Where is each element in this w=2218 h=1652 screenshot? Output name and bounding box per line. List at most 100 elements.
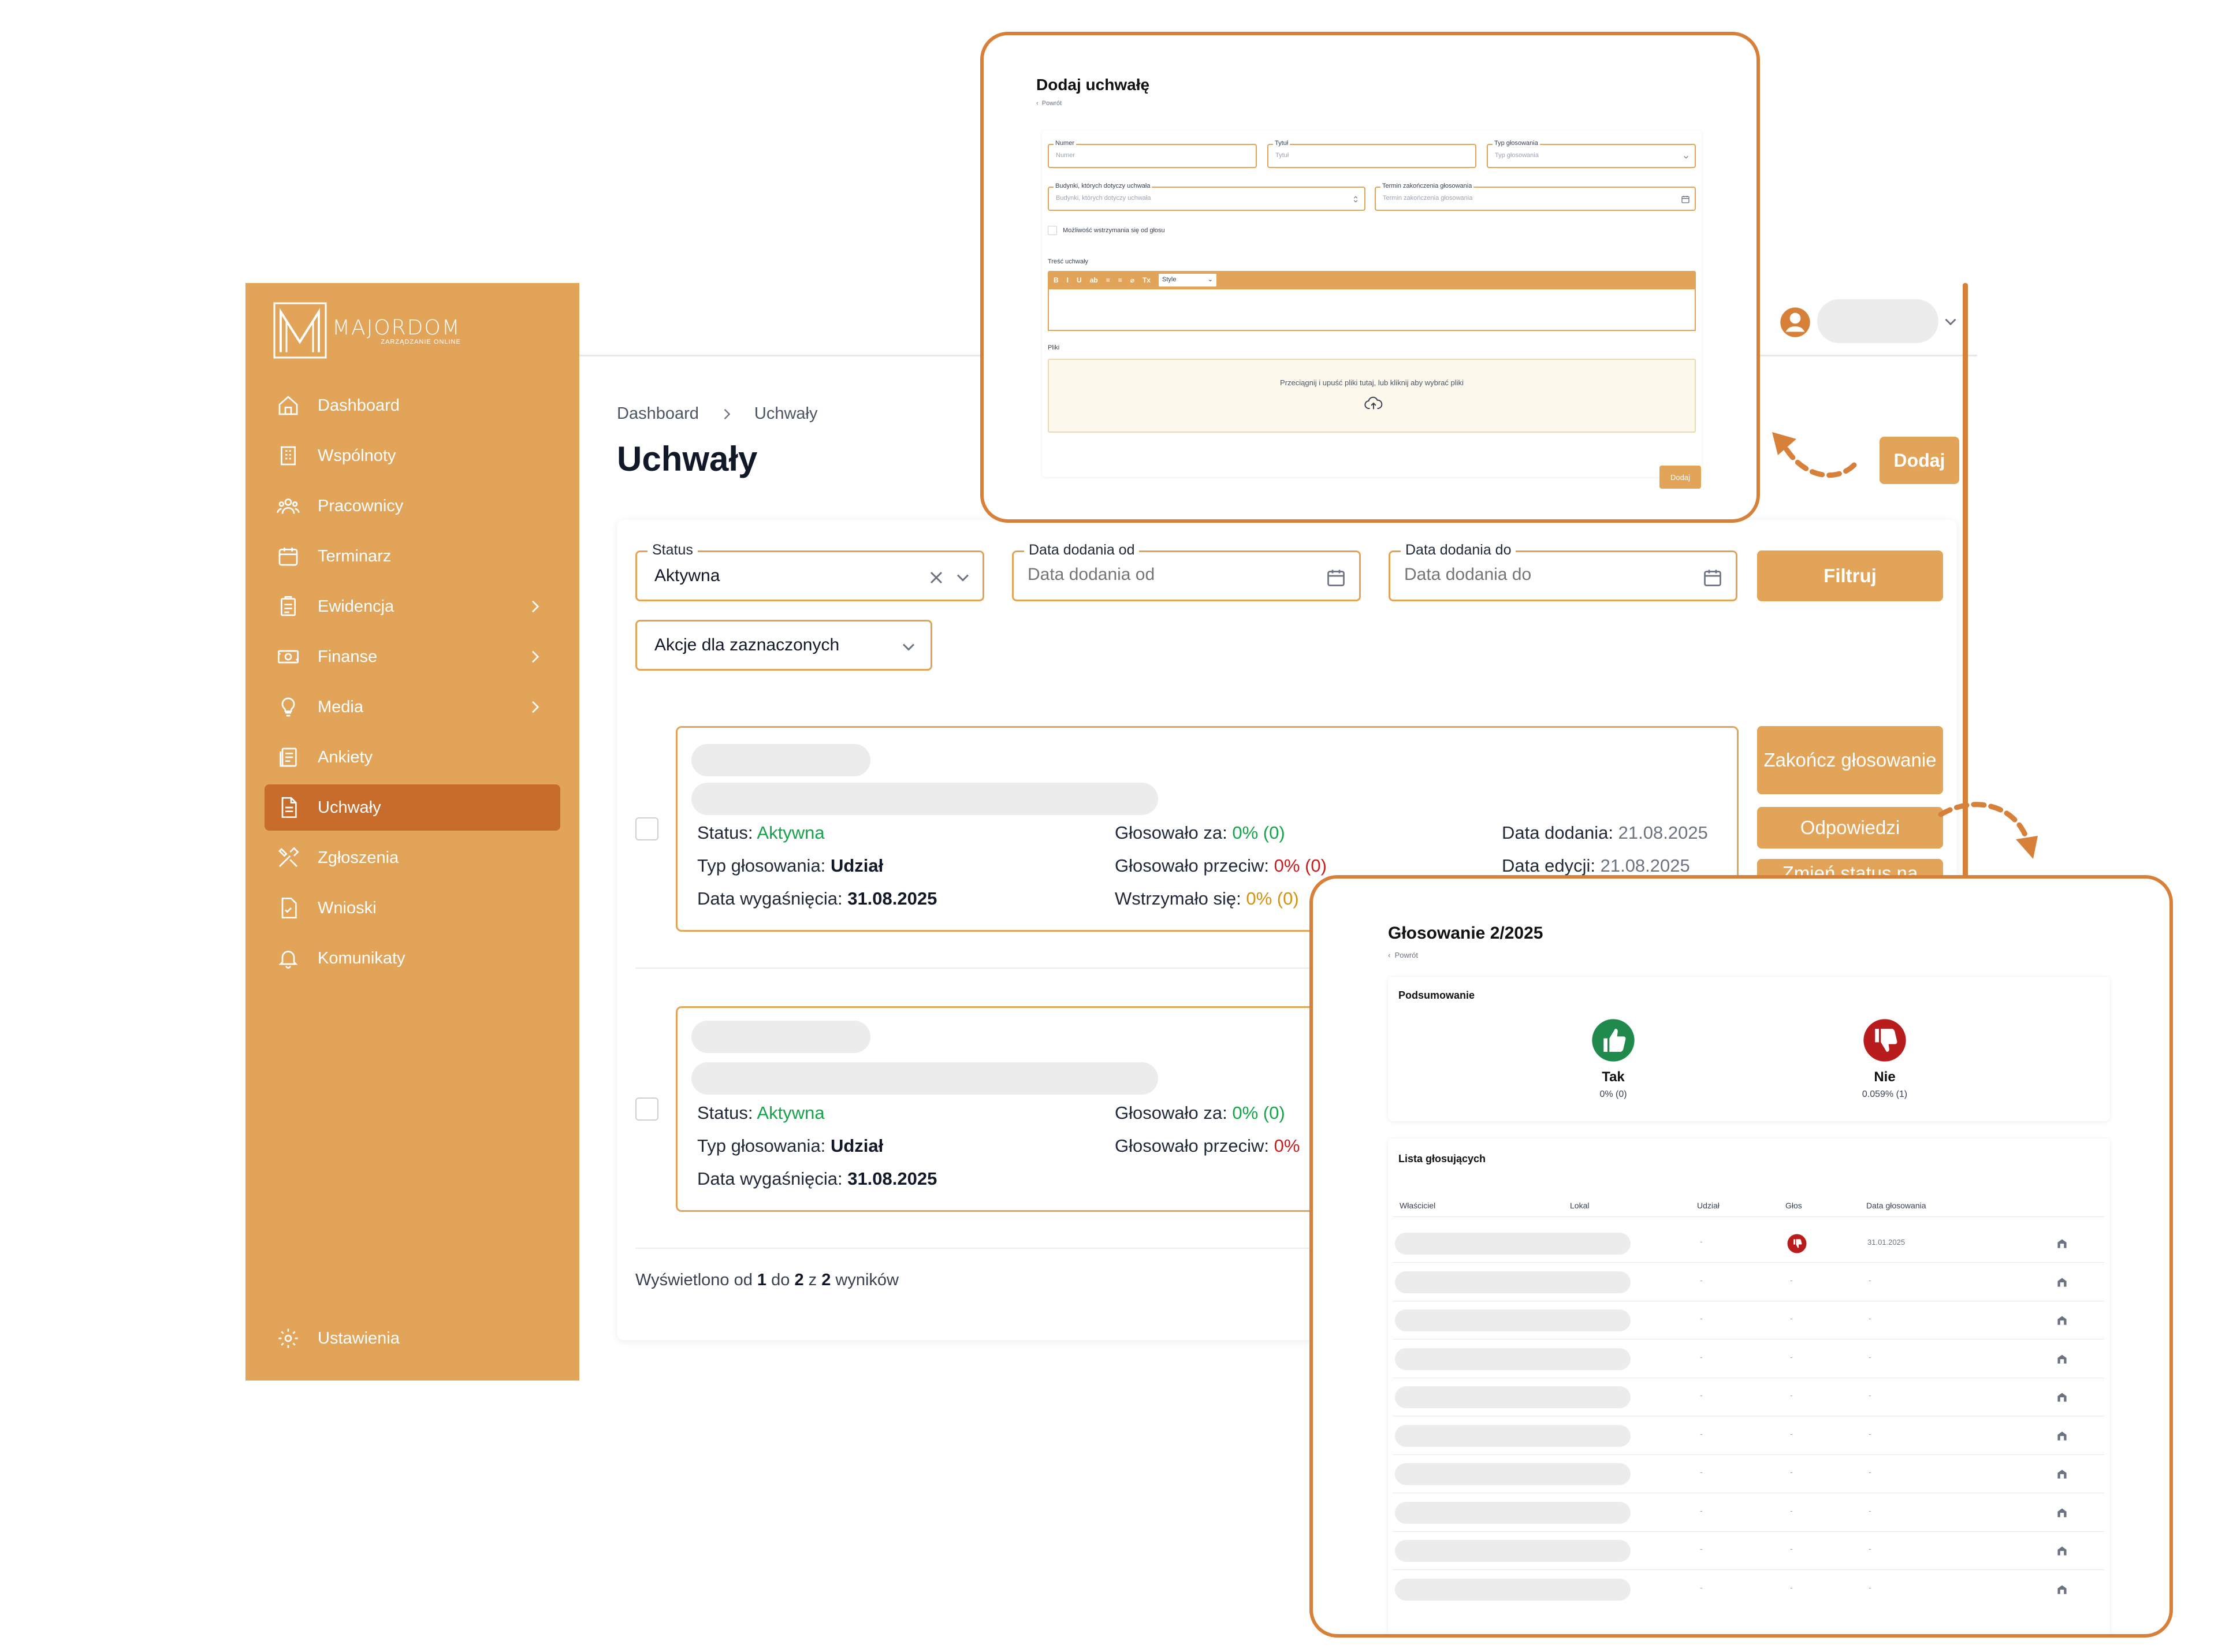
dropzone-text: Przeciągnij i upuść pliki tutaj, lub kli… — [1280, 378, 1464, 387]
clear-icon[interactable] — [926, 567, 947, 588]
submit-button[interactable]: Dodaj — [1659, 466, 1701, 489]
bold-button[interactable]: B — [1054, 276, 1059, 284]
owner-name-placeholder — [1395, 1386, 1631, 1408]
building-icon[interactable] — [2055, 1466, 2070, 1481]
end-voting-button[interactable]: Zakończ głosowanie — [1757, 726, 1943, 794]
vote-date: - — [1869, 1314, 1871, 1323]
style-select[interactable]: Style ⌄ — [1158, 274, 1216, 287]
underline-button[interactable]: U — [1077, 276, 1082, 284]
owner-name-placeholder — [1395, 1463, 1631, 1485]
resolution-title-placeholder — [691, 1062, 1158, 1095]
column-owner: Właściciel — [1400, 1201, 1436, 1210]
building-icon[interactable] — [2055, 1389, 2070, 1404]
filter-button[interactable]: Filtruj — [1757, 550, 1943, 601]
ordered-list-button[interactable]: ≡ — [1106, 276, 1110, 284]
sidebar-item-zgloszenia[interactable]: Zgłoszenia — [265, 835, 560, 881]
sidebar-item-label: Komunikaty — [318, 948, 405, 968]
add-button[interactable]: Dodaj — [1880, 437, 1959, 484]
italic-button[interactable]: I — [1067, 276, 1069, 284]
sidebar-item-uchwaly[interactable]: Uchwały — [265, 784, 560, 831]
yes-label: Tak — [1602, 1069, 1625, 1085]
number-field[interactable]: Numer Numer — [1048, 140, 1257, 168]
sidebar-item-komunikaty[interactable]: Komunikaty — [265, 935, 560, 981]
voting-results-preview: Głosowanie 2/2025 ‹ Powrót Podsumowanie … — [1309, 875, 2173, 1638]
vote-type-select[interactable]: Typ głosowania Typ głosowania — [1487, 140, 1696, 168]
building-icon[interactable] — [2055, 1274, 2070, 1289]
status-select[interactable]: Status Aktywna — [635, 542, 984, 601]
sidebar-item-ustawienia[interactable]: Ustawienia — [265, 1315, 560, 1361]
sidebar-item-terminarz[interactable]: Terminarz — [265, 533, 560, 579]
added-date-label: Data dodania: — [1502, 823, 1614, 843]
bulk-actions-value: Akcje dla zaznaczonych — [654, 635, 840, 654]
strikethrough-button[interactable]: ab — [1090, 276, 1098, 284]
sidebar-item-ankiety[interactable]: Ankiety — [265, 734, 560, 780]
answers-button[interactable]: Odpowiedzi — [1757, 807, 1943, 849]
deadline-field[interactable]: Termin zakończenia głosowania Termin zak… — [1375, 183, 1696, 211]
clear-format-button[interactable]: Tx — [1143, 276, 1151, 284]
files-label: Pliki — [1048, 344, 1060, 351]
building-icon[interactable] — [2055, 1582, 2070, 1597]
sidebar-item-dashboard[interactable]: Dashboard — [265, 382, 560, 429]
row-checkbox[interactable] — [635, 817, 658, 840]
sidebar-item-ewidencja[interactable]: Ewidencja — [265, 583, 560, 630]
share-value: - — [1700, 1467, 1703, 1476]
back-link[interactable]: ‹ Powrót — [1036, 100, 1062, 107]
content-editor[interactable] — [1048, 289, 1696, 331]
calendar-icon[interactable] — [1702, 567, 1723, 588]
abstain-checkbox[interactable] — [1048, 226, 1057, 235]
buildings-placeholder: Budynki, których dotyczy uchwała — [1056, 195, 1151, 202]
file-check-icon — [275, 895, 302, 921]
number-label: Numer — [1054, 140, 1077, 147]
user-name-placeholder[interactable] — [1817, 299, 1938, 343]
page-title: Uchwały — [617, 440, 758, 478]
building-icon[interactable] — [2055, 1236, 2070, 1251]
sidebar-item-wnioski[interactable]: Wnioski — [265, 885, 560, 931]
date-to-field[interactable]: Data dodania do — [1389, 542, 1737, 601]
breadcrumb-item-dashboard[interactable]: Dashboard — [617, 404, 699, 423]
building-icon[interactable] — [2055, 1543, 2070, 1558]
abstain-value: 0% (0) — [1246, 888, 1299, 909]
calendar-icon[interactable] — [1326, 567, 1346, 588]
resolution-meta-middle: Głosowało za: 0% (0) Głosowało przeciw: … — [1115, 816, 1327, 915]
user-avatar-icon[interactable] — [1779, 306, 1811, 338]
sidebar-item-pracownicy[interactable]: Pracownicy — [265, 483, 560, 529]
date-from-input[interactable] — [1028, 565, 1293, 585]
sidebar-item-wspolnoty[interactable]: Wspólnoty — [265, 433, 560, 479]
brand-logo[interactable]: MAJORDOM ZARZĄDZANIE ONLINE — [273, 302, 461, 359]
row-checkbox[interactable] — [635, 1097, 658, 1121]
back-link[interactable]: ‹ Powrót — [1388, 951, 1418, 959]
vote-value: - — [1790, 1582, 1793, 1592]
status-label: Status: — [697, 1103, 753, 1123]
chevron-down-icon[interactable] — [952, 567, 973, 588]
sidebar-item-media[interactable]: Media — [265, 684, 560, 730]
buildings-select[interactable]: Budynki, których dotyczy uchwała Budynki… — [1048, 183, 1365, 211]
sidebar-item-label: Uchwały — [318, 798, 381, 817]
date-to-input[interactable] — [1404, 565, 1670, 585]
date-from-field[interactable]: Data dodania od — [1012, 542, 1361, 601]
chevron-down-icon[interactable] — [1941, 312, 1960, 332]
building-icon[interactable] — [2055, 1505, 2070, 1520]
vote-date: - — [1869, 1275, 1871, 1285]
deadline-placeholder: Termin zakończenia głosowania — [1383, 195, 1473, 202]
deadline-label: Termin zakończenia głosowania — [1380, 183, 1474, 189]
link-button[interactable]: ⌀ — [1130, 276, 1134, 284]
building-icon[interactable] — [2055, 1351, 2070, 1366]
bulk-actions-select[interactable]: Akcje dla zaznaczonych — [635, 620, 932, 671]
title-placeholder: Tytuł — [1275, 152, 1289, 159]
building-icon[interactable] — [2055, 1312, 2070, 1327]
resolution-number-placeholder — [691, 1021, 870, 1053]
title-field[interactable]: Tytuł Tytuł — [1267, 140, 1476, 168]
vote-value: - — [1790, 1352, 1793, 1361]
resolution-meta-left: Status: Aktywna Typ głosowania: Udział D… — [697, 1096, 937, 1195]
chevron-right-icon — [724, 408, 731, 419]
status-value: Aktywna — [757, 823, 825, 843]
expiry-value: 31.08.2025 — [847, 1169, 937, 1189]
file-dropzone[interactable]: Przeciągnij i upuść pliki tutaj, lub kli… — [1048, 359, 1696, 433]
votes-against-label: Głosowało przeciw: — [1115, 1136, 1270, 1156]
sidebar-item-finanse[interactable]: Finanse — [265, 634, 560, 680]
vote-value: - — [1790, 1428, 1793, 1438]
breadcrumb-item-current: Uchwały — [754, 404, 818, 423]
bullet-list-button[interactable]: ≡ — [1118, 276, 1122, 284]
sidebar-item-label: Finanse — [318, 647, 378, 666]
building-icon[interactable] — [2055, 1428, 2070, 1443]
